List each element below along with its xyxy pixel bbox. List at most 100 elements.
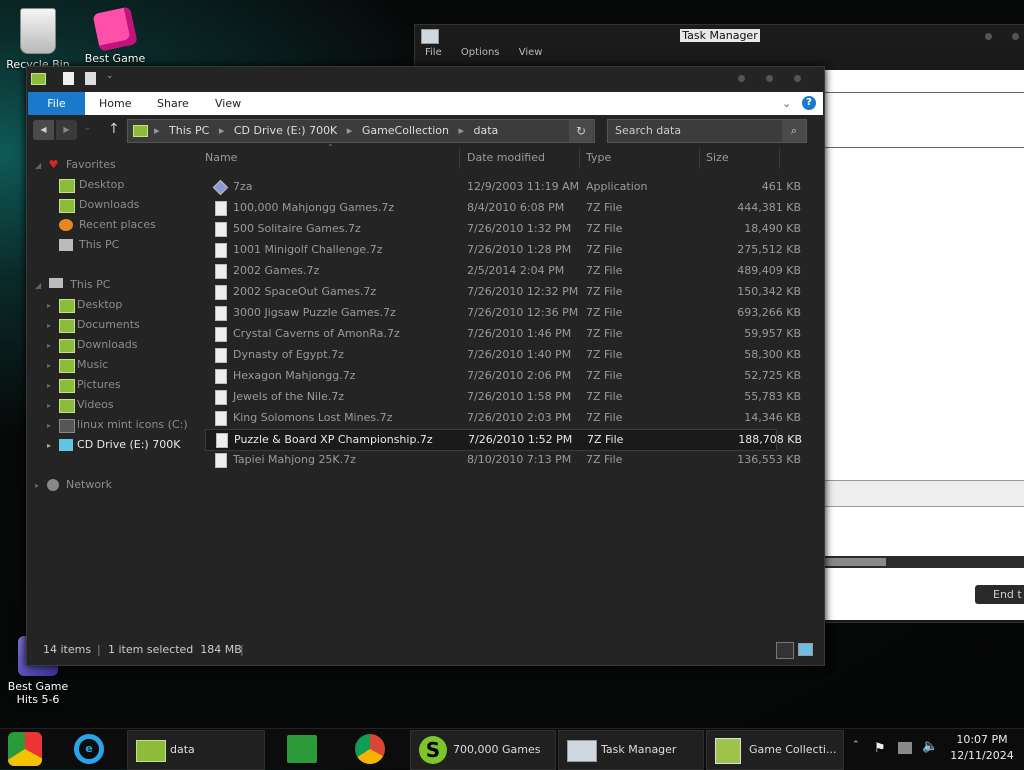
details-band bbox=[823, 480, 1024, 507]
nav-fav-downloads[interactable]: Downloads bbox=[59, 195, 139, 215]
nav-pc-drive-e[interactable]: ▸ CD Drive (E:) 700K bbox=[47, 435, 180, 455]
status-item-count: 14 items bbox=[43, 643, 92, 656]
file-type: Application bbox=[586, 180, 648, 193]
folder-icon bbox=[59, 339, 75, 353]
nav-pc-videos[interactable]: ▸ Videos bbox=[47, 395, 114, 415]
search-icon[interactable]: ⌕ bbox=[782, 120, 806, 142]
explorer-window[interactable]: ⌄ File Home Share View ⌄ ? ◀ ▶ ⌄ ↑ ▸ Thi… bbox=[26, 66, 825, 666]
menu-file[interactable]: File bbox=[425, 47, 442, 58]
file-row[interactable]: 2002 Games.7z 2/5/2014 2:04 PM 7Z File 489,… bbox=[205, 261, 801, 281]
file-size: 14,346 KB bbox=[744, 411, 801, 424]
file-size: 52,725 KB bbox=[744, 369, 801, 382]
search-input[interactable]: Search data bbox=[615, 120, 681, 142]
file-row[interactable]: 2002 SpaceOut Games.7z 7/26/2010 12:32 PM… bbox=[205, 282, 801, 302]
chrome-icon[interactable] bbox=[355, 734, 385, 764]
qat-chevron-down-icon[interactable]: ⌄ bbox=[106, 71, 114, 81]
nav-fav-desktop[interactable]: Desktop bbox=[59, 175, 124, 195]
task-manager-titlebar[interactable]: Task Manager bbox=[415, 25, 1024, 47]
taskbar-button-game-collection[interactable]: Game Collecti... bbox=[706, 730, 844, 770]
taskbar-button-task-manager[interactable]: Task Manager bbox=[558, 730, 704, 770]
nav-pc-documents[interactable]: ▸ Documents bbox=[47, 315, 140, 335]
nav-fav-this-pc[interactable]: This PC bbox=[59, 235, 119, 255]
tray-chevron-up-icon[interactable]: ⌃ bbox=[852, 740, 860, 750]
start-button[interactable] bbox=[8, 732, 42, 766]
address-bar[interactable]: ▸ This PC ▸ CD Drive (E:) 700K ▸ GameCol… bbox=[127, 119, 595, 143]
clock[interactable]: 10:07 PM 12/11/2024 bbox=[946, 732, 1018, 764]
tab-home[interactable]: Home bbox=[99, 92, 131, 115]
ribbon-expand-chevron-icon[interactable]: ⌄ bbox=[782, 92, 791, 115]
file-icon bbox=[216, 433, 228, 448]
breadcrumb-item[interactable]: This PC bbox=[169, 124, 209, 137]
nav-pc-desktop[interactable]: ▸ Desktop bbox=[47, 295, 122, 315]
column-header-type[interactable]: Type bbox=[586, 151, 611, 164]
column-header-name[interactable]: Name bbox=[205, 151, 237, 164]
minimize-icon[interactable] bbox=[985, 33, 992, 40]
menu-options[interactable]: Options bbox=[461, 47, 500, 58]
nav-this-pc[interactable]: ◢ This PC bbox=[35, 275, 110, 295]
explorer-titlebar[interactable]: ⌄ bbox=[27, 67, 824, 91]
file-date: 7/26/2010 1:28 PM bbox=[467, 243, 572, 256]
nav-pc-drive-c[interactable]: ▸ linux mint icons (C:) bbox=[47, 415, 188, 435]
nav-recent-places[interactable]: Recent places bbox=[59, 215, 156, 235]
up-arrow-icon[interactable]: ↑ bbox=[108, 121, 120, 137]
nav-network[interactable]: ▸ Network bbox=[35, 475, 112, 495]
nav-pc-music[interactable]: ▸ Music bbox=[47, 355, 108, 375]
breadcrumb-item[interactable]: CD Drive (E:) 700K bbox=[234, 124, 337, 137]
desktop-icon-recycle-bin[interactable]: Recycle Bin bbox=[5, 8, 71, 71]
breadcrumb-item[interactable]: data bbox=[474, 124, 499, 137]
refresh-icon[interactable]: ↻ bbox=[569, 120, 593, 142]
details-view-icon[interactable] bbox=[776, 642, 794, 659]
desktop-icon-best-game[interactable]: Best Game bbox=[82, 6, 148, 65]
menu-view[interactable]: View bbox=[519, 47, 543, 58]
end-task-button[interactable]: End t bbox=[975, 585, 1024, 604]
file-row[interactable]: Puzzle & Board XP Championship.7z 7/26/20… bbox=[205, 429, 802, 451]
tab-share[interactable]: Share bbox=[157, 92, 189, 115]
close-icon[interactable] bbox=[794, 75, 801, 82]
close-icon[interactable] bbox=[1012, 33, 1019, 40]
horizontal-scrollbar[interactable] bbox=[823, 556, 1024, 568]
column-header-size[interactable]: Size bbox=[706, 151, 729, 164]
store-icon[interactable] bbox=[287, 735, 317, 763]
new-folder-icon[interactable] bbox=[85, 72, 96, 85]
taskbar-button-explorer[interactable]: data bbox=[127, 730, 265, 770]
recent-locations-chevron-icon[interactable]: ⌄ bbox=[83, 122, 91, 133]
file-row[interactable]: King Solomons Lost Mines.7z 7/26/2010 2:0… bbox=[205, 408, 801, 428]
file-row[interactable]: 1001 Minigolf Challenge.7z 7/26/2010 1:28… bbox=[205, 240, 801, 260]
maximize-icon[interactable] bbox=[766, 75, 773, 82]
file-row[interactable]: Tapiei Mahjong 25K.7z 8/10/2010 7:13 PM 7Z… bbox=[205, 450, 801, 470]
forward-button[interactable]: ▶ bbox=[56, 120, 77, 140]
file-row[interactable]: 100,000 Mahjongg Games.7z 8/4/2010 6:08 P… bbox=[205, 198, 801, 218]
nav-pc-pictures[interactable]: ▸ Pictures bbox=[47, 375, 121, 395]
taskbar-button-games[interactable]: S 700,000 Games bbox=[410, 730, 556, 770]
file-date: 7/26/2010 1:58 PM bbox=[467, 390, 572, 403]
file-row[interactable]: Dynasty of Egypt.7z 7/26/2010 1:40 PM 7Z F… bbox=[205, 345, 801, 365]
file-name: Tapiei Mahjong 25K.7z bbox=[233, 453, 356, 466]
minimize-icon[interactable] bbox=[738, 75, 745, 82]
file-row[interactable]: 500 Solitaire Games.7z 7/26/2010 1:32 PM 7… bbox=[205, 219, 801, 239]
flag-icon[interactable]: ⚑ bbox=[874, 741, 886, 756]
tab-file[interactable]: File bbox=[28, 92, 85, 115]
back-button[interactable]: ◀ bbox=[33, 120, 54, 140]
search-box[interactable]: Search data ⌕ bbox=[607, 119, 807, 143]
file-row[interactable]: 3000 Jigsaw Puzzle Games.7z 7/26/2010 12:… bbox=[205, 303, 801, 323]
file-row[interactable]: Crystal Caverns of AmonRa.7z 7/26/2010 1:… bbox=[205, 324, 801, 344]
nav-pc-downloads[interactable]: ▸ Downloads bbox=[47, 335, 137, 355]
volume-muted-icon[interactable]: 🔈 bbox=[922, 739, 938, 754]
large-icons-view-icon[interactable] bbox=[798, 643, 813, 656]
properties-icon[interactable] bbox=[63, 72, 74, 85]
navigation-pane: ◢ ♥ Favorites Desktop Downloads Recent p… bbox=[27, 145, 197, 625]
file-row[interactable]: 7za 12/9/2003 11:19 AM Application 461 KB bbox=[205, 177, 801, 197]
file-row[interactable]: Hexagon Mahjongg.7z 7/26/2010 2:06 PM 7Z F… bbox=[205, 366, 801, 386]
help-icon[interactable]: ? bbox=[802, 96, 816, 110]
breadcrumb-item[interactable]: GameCollection bbox=[362, 124, 449, 137]
window-title: Task Manager bbox=[680, 29, 760, 42]
column-header-date[interactable]: Date modified bbox=[467, 151, 545, 164]
file-row[interactable]: Jewels of the Nile.7z 7/26/2010 1:58 PM 7Z… bbox=[205, 387, 801, 407]
nav-favorites[interactable]: ◢ ♥ Favorites bbox=[35, 155, 116, 175]
file-name: Puzzle & Board XP Championship.7z bbox=[234, 433, 433, 446]
taskbar: e data S 700,000 Games Task Manager Game… bbox=[0, 728, 1024, 770]
file-icon bbox=[215, 327, 227, 342]
network-icon[interactable] bbox=[898, 742, 912, 754]
tab-view[interactable]: View bbox=[215, 92, 241, 115]
internet-explorer-icon[interactable]: e bbox=[74, 734, 104, 764]
